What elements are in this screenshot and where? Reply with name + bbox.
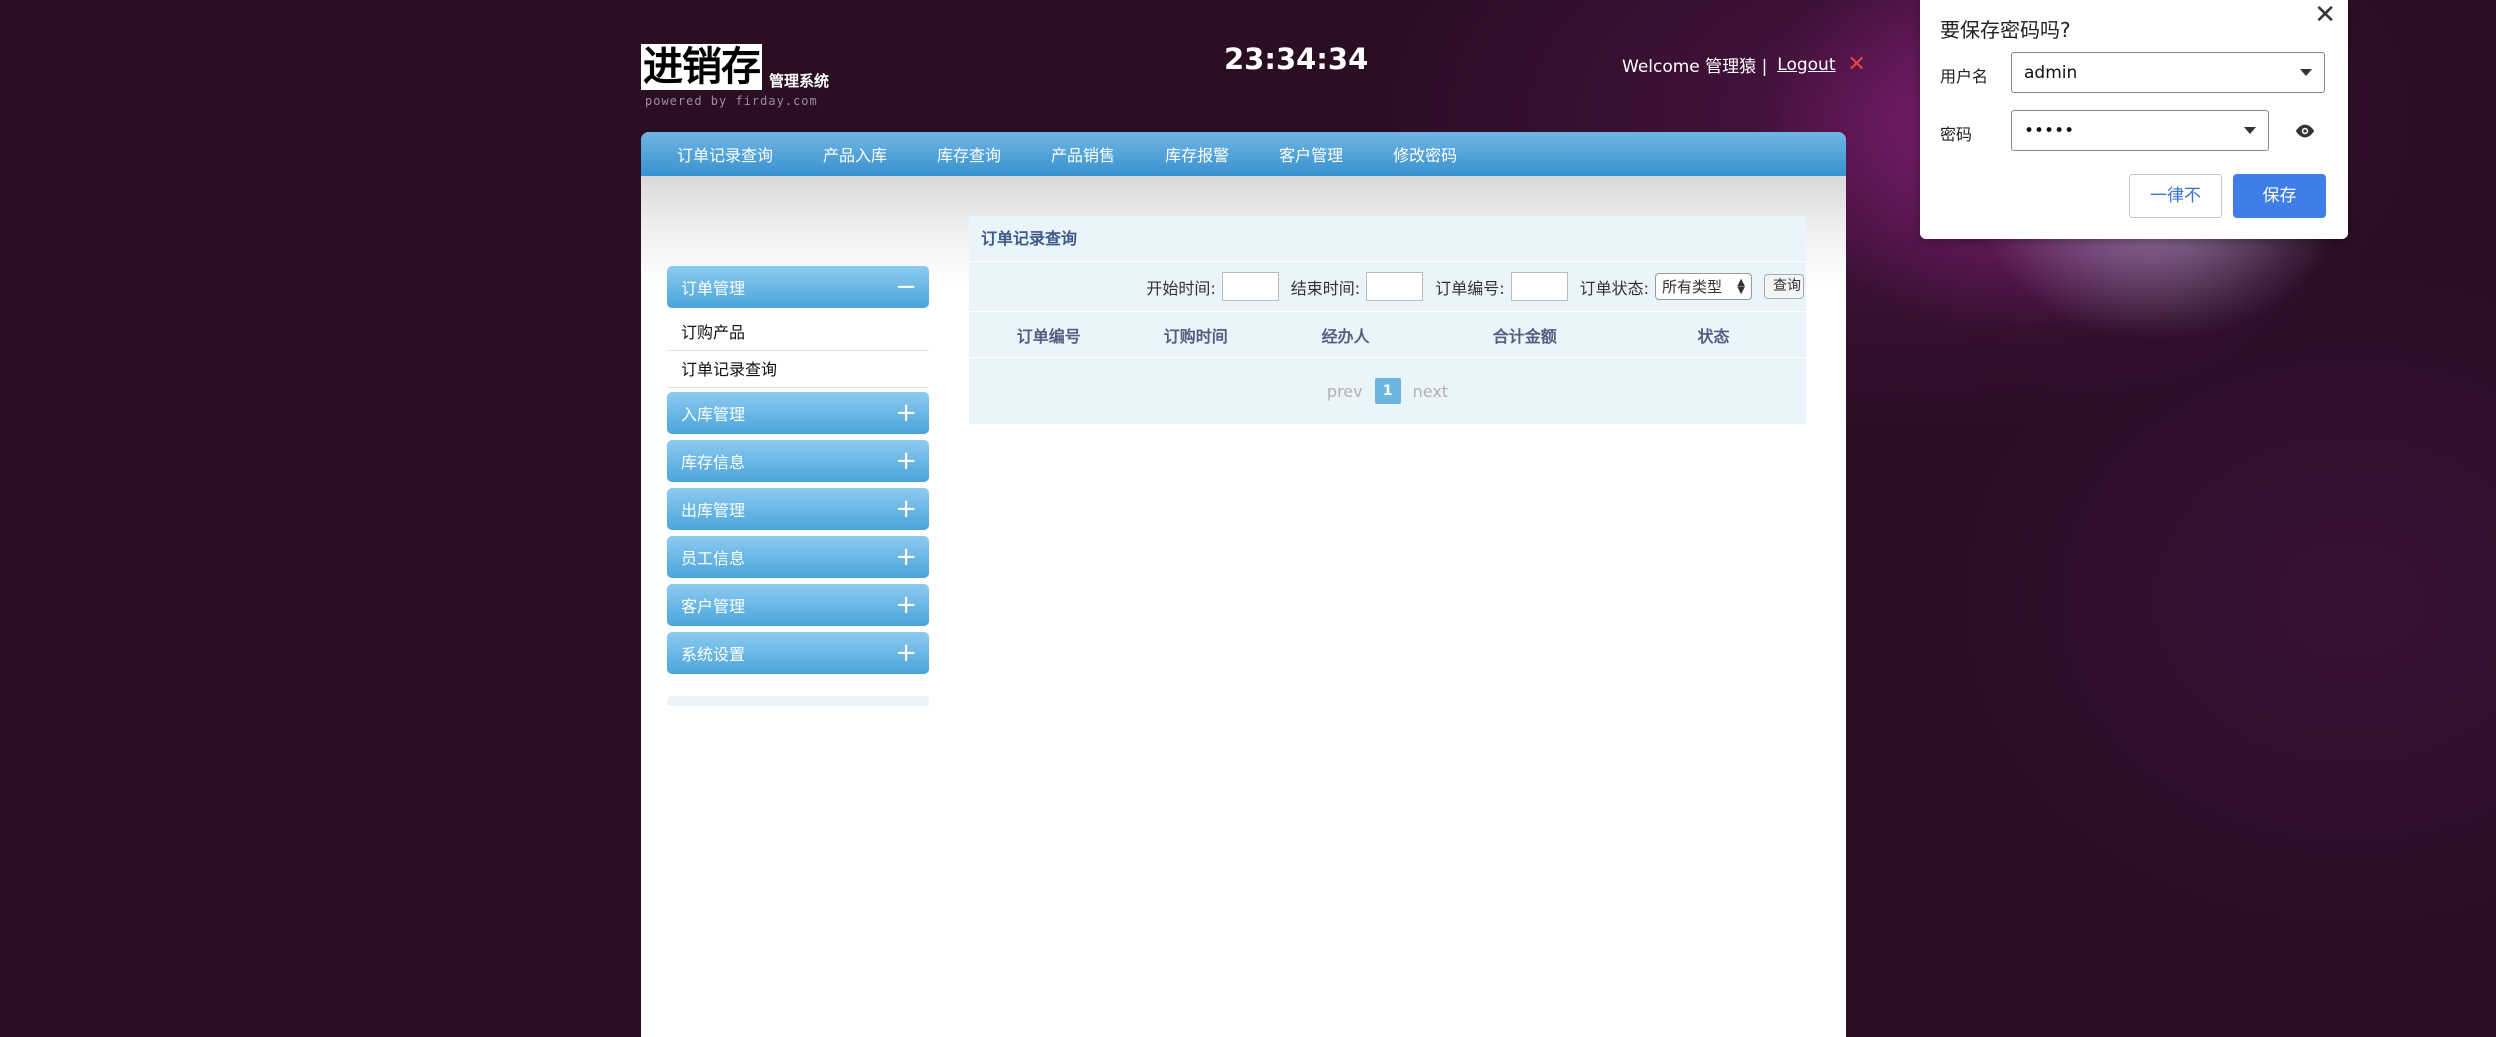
order-no-input[interactable] (1510, 272, 1568, 301)
sidebar-footer (667, 696, 929, 706)
pager-prev[interactable]: prev (1327, 382, 1363, 401)
never-button[interactable]: 一律不 (2129, 174, 2222, 218)
dialog-close-icon[interactable]: ✕ (2314, 0, 2336, 30)
expand-icon: + (895, 542, 917, 572)
col-total-amount: 合计金额 (1492, 326, 1557, 346)
order-status-value: 所有类型 (1662, 278, 1723, 296)
expand-icon: + (895, 446, 917, 476)
order-status-select[interactable]: 所有类型 ▲ ▼ (1655, 273, 1752, 300)
password-label: 密码 (1940, 125, 1973, 144)
username-field[interactable]: admin (2011, 52, 2325, 93)
top-nav: 订单记录查询 产品入库 库存查询 产品销售 库存报警 客户管理 修改密码 (641, 132, 1846, 176)
nav-order-records[interactable]: 订单记录查询 (677, 142, 773, 166)
submenu-order-management: 订购产品 订单记录查询 (667, 314, 929, 388)
expand-icon: + (895, 494, 917, 524)
expand-icon: + (895, 590, 917, 620)
col-order-no: 订单编号 (1016, 326, 1081, 346)
collapse-icon: − (895, 272, 917, 302)
logo-powered-text: powered by firday.com (645, 94, 818, 108)
col-status: 状态 (1697, 326, 1730, 346)
sidebar-item-stock-out[interactable]: 出库管理 + (667, 488, 929, 530)
order-records-panel: 订单记录查询 开始时间: 结束时间: 订单编号: 订单状态: 所有类型 ▲ ▼ 查… (969, 216, 1806, 424)
col-handler: 经办人 (1321, 326, 1370, 346)
select-arrows-icon: ▲ ▼ (1737, 276, 1745, 296)
nav-product-stock-in[interactable]: 产品入库 (823, 142, 887, 166)
panel-title: 订单记录查询 (969, 216, 1806, 262)
sidebar-item-label: 员工信息 (681, 549, 746, 568)
logout-link[interactable]: Logout (1777, 55, 1835, 75)
username-label: 用户名 (1940, 67, 1989, 86)
sidebar-item-customer-management[interactable]: 客户管理 + (667, 584, 929, 626)
end-time-label: 结束时间: (1290, 278, 1361, 298)
save-password-dialog: 要保存密码吗? ✕ 用户名 admin 密码 ••••• 一律不 保存 (1920, 0, 2348, 239)
pager-page-current[interactable]: 1 (1374, 378, 1401, 404)
nav-inventory-query[interactable]: 库存查询 (937, 142, 1001, 166)
start-time-label: 开始时间: (1146, 278, 1216, 298)
sidebar-item-label: 入库管理 (681, 405, 746, 424)
sidebar-item-label: 出库管理 (681, 501, 746, 520)
nav-customer-management[interactable]: 客户管理 (1279, 142, 1343, 166)
submenu-item-order-product[interactable]: 订购产品 (667, 314, 929, 351)
sidebar-item-label: 系统设置 (681, 645, 746, 664)
nav-change-password[interactable]: 修改密码 (1393, 142, 1457, 166)
start-time-input[interactable] (1221, 272, 1279, 301)
query-button[interactable]: 查询 (1764, 274, 1804, 299)
expand-icon: + (895, 638, 917, 668)
sidebar-item-label: 订单管理 (681, 279, 746, 298)
logo: 进销存 管理系统 powered by firday.com (641, 43, 841, 108)
welcome-bar: Welcome 管理猿 | Logout ✕ (1622, 52, 1866, 77)
pager: prev 1 next (969, 358, 1806, 424)
pager-next[interactable]: next (1413, 382, 1448, 401)
username-value: admin (2024, 62, 2078, 83)
logo-main-text: 进销存 (641, 43, 762, 90)
password-value: ••••• (2024, 120, 2075, 141)
save-button[interactable]: 保存 (2233, 174, 2326, 218)
close-icon[interactable]: ✕ (1848, 52, 1866, 77)
content-area: 订单管理 − 订购产品 订单记录查询 入库管理 + 库存信息 + 出库管理 + … (641, 176, 1846, 1037)
end-time-input[interactable] (1366, 272, 1424, 301)
order-no-label: 订单编号: (1435, 278, 1505, 298)
dropdown-caret-icon (2244, 127, 2256, 134)
main-container: 订单记录查询 产品入库 库存查询 产品销售 库存报警 客户管理 修改密码 订单管… (641, 132, 1846, 1037)
eye-icon[interactable] (2294, 120, 2316, 142)
order-status-label: 订单状态: (1579, 278, 1649, 298)
col-order-time: 订购时间 (1163, 326, 1228, 346)
app-window: 进销存 管理系统 powered by firday.com 23:34:34 … (0, 0, 2496, 1037)
sidebar-item-employee-info[interactable]: 员工信息 + (667, 536, 929, 578)
dropdown-caret-icon (2300, 69, 2312, 76)
sidebar-item-inventory-info[interactable]: 库存信息 + (667, 440, 929, 482)
nav-inventory-alert[interactable]: 库存报警 (1165, 142, 1229, 166)
nav-product-sales[interactable]: 产品销售 (1051, 142, 1115, 166)
password-field[interactable]: ••••• (2011, 110, 2269, 151)
table-header: 订单编号 订购时间 经办人 合计金额 状态 (969, 312, 1806, 358)
sidebar-item-label: 库存信息 (681, 453, 746, 472)
expand-icon: + (895, 398, 917, 428)
filter-row: 开始时间: 结束时间: 订单编号: 订单状态: 所有类型 ▲ ▼ 查询 (969, 262, 1806, 312)
sidebar-item-label: 客户管理 (681, 597, 746, 616)
sidebar-item-stock-in[interactable]: 入库管理 + (667, 392, 929, 434)
welcome-text: Welcome 管理猿 | (1622, 57, 1768, 77)
sidebar-item-system-settings[interactable]: 系统设置 + (667, 632, 929, 674)
sidebar: 订单管理 − 订购产品 订单记录查询 入库管理 + 库存信息 + 出库管理 + … (667, 266, 929, 706)
dialog-title: 要保存密码吗? (1940, 18, 2071, 42)
clock: 23:34:34 (1224, 42, 1369, 76)
logo-sub-text: 管理系统 (769, 72, 830, 90)
submenu-item-order-records[interactable]: 订单记录查询 (667, 351, 929, 388)
sidebar-item-order-management[interactable]: 订单管理 − (667, 266, 929, 308)
